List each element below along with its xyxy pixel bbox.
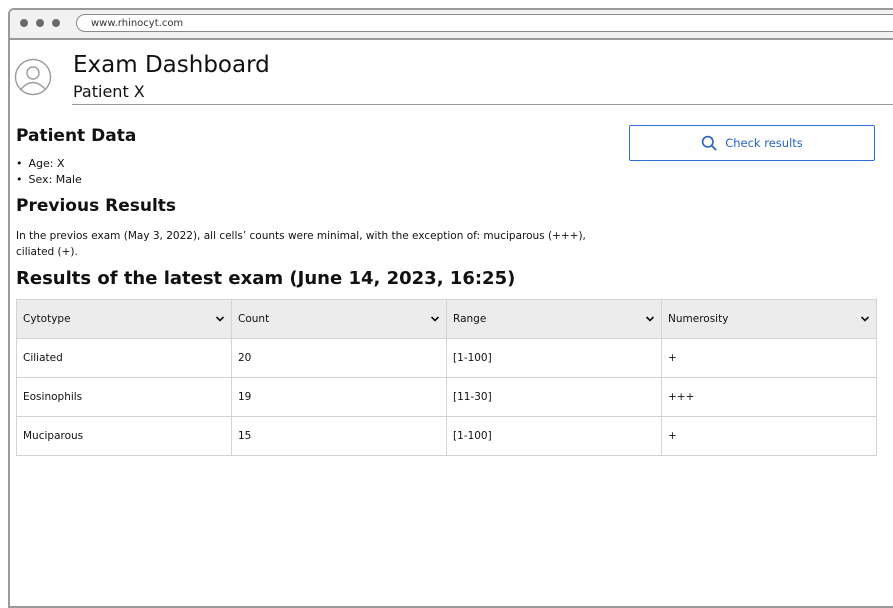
previous-results-heading: Previous Results	[16, 196, 177, 216]
cell-numerosity: +	[661, 338, 877, 378]
address-bar[interactable]: www.rhinocyt.com	[76, 14, 893, 32]
column-label: Numerosity	[668, 313, 729, 325]
cell-count: 19	[231, 377, 447, 417]
table-header-row: Cytotype Count Range Numerosity	[16, 299, 877, 339]
patient-sex: Sex: Male	[16, 172, 82, 188]
column-header-numerosity[interactable]: Numerosity	[661, 299, 877, 339]
cell-range: [1-100]	[446, 416, 662, 456]
search-icon	[702, 135, 717, 151]
table-row: Muciparous 15 [1-100] +	[16, 416, 877, 456]
cell-numerosity: +	[661, 416, 877, 456]
results-table: Cytotype Count Range Numerosity Ciliated…	[16, 299, 877, 456]
cell-range: [11-30]	[446, 377, 662, 417]
column-header-cytotype[interactable]: Cytotype	[16, 299, 232, 339]
cell-cytotype: Muciparous	[16, 416, 232, 456]
column-label: Cytotype	[23, 313, 71, 325]
latest-results-heading: Results of the latest exam (June 14, 202…	[16, 268, 516, 289]
window-close-dot[interactable]	[20, 19, 28, 27]
column-label: Range	[453, 313, 487, 325]
patient-data-list: Age: X Sex: Male	[16, 156, 82, 188]
column-label: Count	[238, 313, 270, 325]
browser-toolbar: www.rhinocyt.com	[10, 10, 893, 40]
patient-name: Patient X	[73, 82, 145, 101]
cell-count: 15	[231, 416, 447, 456]
check-results-label: Check results	[725, 136, 803, 150]
avatar-icon	[14, 58, 52, 96]
table-row: Ciliated 20 [1-100] +	[16, 338, 877, 378]
cell-cytotype: Ciliated	[16, 338, 232, 378]
table-row: Eosinophils 19 [11-30] +++	[16, 377, 877, 417]
chevron-down-icon[interactable]	[860, 314, 870, 324]
chevron-down-icon[interactable]	[645, 314, 655, 324]
column-header-count[interactable]: Count	[231, 299, 447, 339]
page-title: Exam Dashboard	[73, 52, 270, 78]
column-header-range[interactable]: Range	[446, 299, 662, 339]
check-results-button[interactable]: Check results	[629, 125, 875, 161]
cell-count: 20	[231, 338, 447, 378]
cell-cytotype: Eosinophils	[16, 377, 232, 417]
chevron-down-icon[interactable]	[430, 314, 440, 324]
patient-data-heading: Patient Data	[16, 126, 137, 146]
previous-results-text: In the previos exam (May 3, 2022), all c…	[16, 230, 586, 258]
cell-numerosity: +++	[661, 377, 877, 417]
window-minimize-dot[interactable]	[36, 19, 44, 27]
header-divider	[72, 104, 893, 105]
cell-range: [1-100]	[446, 338, 662, 378]
chevron-down-icon[interactable]	[215, 314, 225, 324]
patient-age: Age: X	[16, 156, 82, 172]
window-maximize-dot[interactable]	[52, 19, 60, 27]
